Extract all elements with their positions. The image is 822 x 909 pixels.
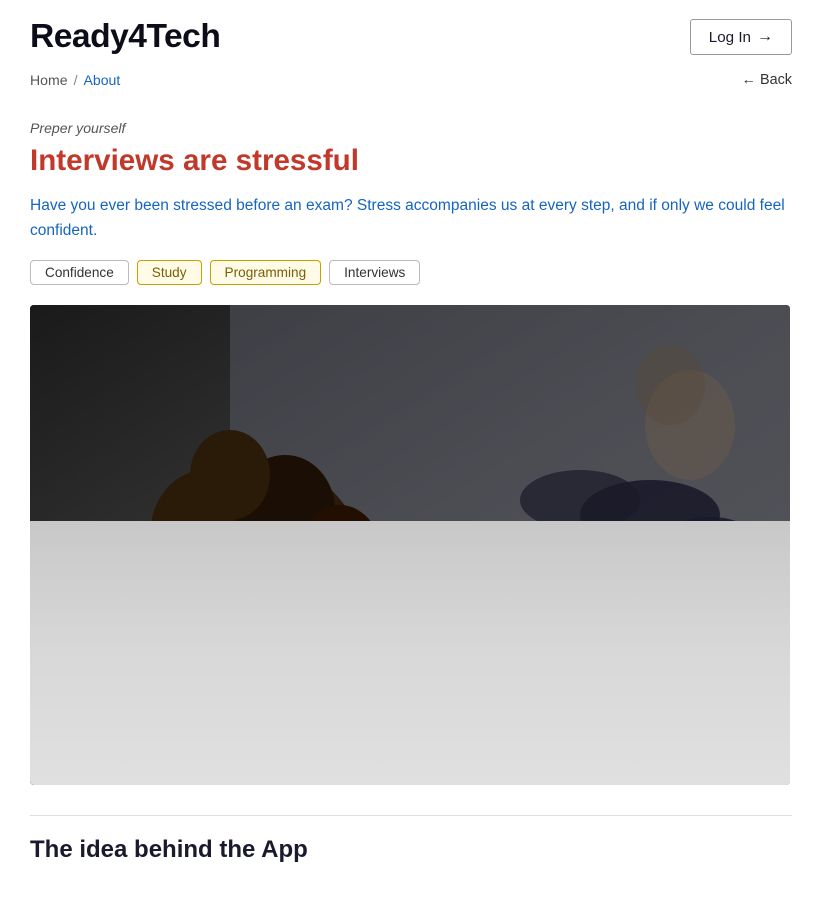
site-logo: Ready4Tech: [30, 18, 220, 56]
breadcrumb-separator: /: [74, 72, 78, 88]
main-title: Interviews are stressful: [30, 144, 792, 178]
divider: [30, 815, 792, 816]
tag-confidence[interactable]: Confidence: [30, 260, 129, 285]
login-button[interactable]: Log In →: [690, 19, 792, 55]
image-scene: LAUREN CHEN Digital Marketing Specialist…: [30, 305, 790, 785]
hero-image: LAUREN CHEN Digital Marketing Specialist…: [30, 305, 790, 785]
description: Have you ever been stressed before an ex…: [30, 194, 790, 244]
login-arrow-icon: →: [757, 28, 773, 46]
tag-study[interactable]: Study: [137, 260, 202, 285]
section-title-bottom: The idea behind the App: [30, 836, 792, 864]
breadcrumb-row: Home / About ← Back: [0, 66, 822, 100]
table-surface: [30, 521, 790, 785]
page-header: Ready4Tech Log In →: [0, 0, 822, 66]
back-button[interactable]: ← Back: [742, 72, 792, 88]
tags-container: Confidence Study Programming Interviews: [30, 260, 792, 285]
breadcrumb-home[interactable]: Home: [30, 72, 68, 88]
main-content: Preper yourself Interviews are stressful…: [0, 100, 822, 894]
breadcrumb: Home / About: [30, 72, 120, 88]
tag-interviews[interactable]: Interviews: [329, 260, 420, 285]
tag-programming[interactable]: Programming: [210, 260, 322, 285]
breadcrumb-current[interactable]: About: [83, 72, 120, 88]
pre-title: Preper yourself: [30, 120, 792, 136]
login-label: Log In: [709, 29, 751, 46]
